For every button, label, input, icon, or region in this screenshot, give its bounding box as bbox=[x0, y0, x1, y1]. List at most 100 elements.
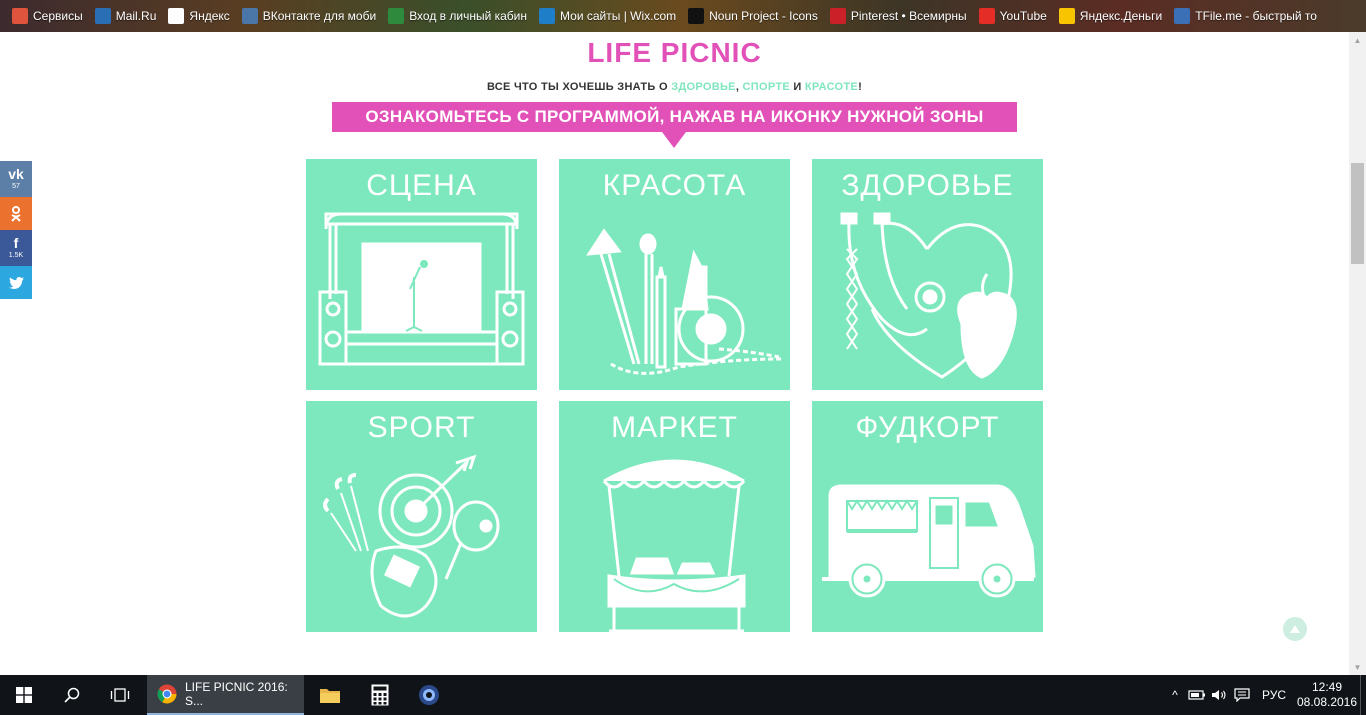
bookmark-item[interactable]: TFile.me - быстрый то bbox=[1168, 4, 1323, 28]
wix-icon bbox=[539, 8, 556, 24]
battery-icon[interactable] bbox=[1186, 688, 1208, 702]
zone-health-tile[interactable]: ЗДОРОВЬЕ bbox=[812, 159, 1043, 390]
bookmark-label: YouTube bbox=[999, 9, 1047, 23]
chrome-icon bbox=[157, 684, 177, 704]
taskbar-window-title: LIFE PICNIC 2016: S... bbox=[185, 680, 288, 708]
show-desktop-button[interactable] bbox=[1360, 675, 1366, 715]
system-tray: ^ РУС 12:49 08.08.2016 bbox=[1164, 675, 1366, 715]
bookmark-item[interactable]: Pinterest • Всемирны bbox=[824, 4, 973, 28]
camera-app-icon bbox=[419, 685, 439, 705]
start-button[interactable] bbox=[0, 675, 48, 715]
share-facebook-button[interactable]: f 1.5K bbox=[0, 230, 32, 266]
windows-logo-icon bbox=[16, 687, 32, 703]
facebook-icon: f bbox=[13, 235, 19, 251]
scroll-down-arrow-icon[interactable]: ▼ bbox=[1349, 659, 1366, 675]
search-button[interactable] bbox=[48, 675, 96, 715]
bookmark-label: Мои сайты | Wix.com bbox=[560, 9, 677, 23]
page-title: LIFE PICNIC bbox=[587, 37, 762, 68]
clock-date: 08.08.2016 bbox=[1296, 695, 1358, 709]
scroll-to-top-button[interactable] bbox=[1283, 617, 1307, 641]
bookmarks-bar: Сервисы Mail.Ru Яндекс ВКонтакте для моби Вх… bbox=[0, 0, 1366, 32]
bookmark-item[interactable]: Mail.Ru bbox=[89, 4, 163, 28]
task-view-icon bbox=[110, 688, 130, 702]
health-icon bbox=[840, 212, 1017, 379]
bookmark-label: Pinterest • Всемирны bbox=[850, 9, 967, 23]
vk-share-count: 57 bbox=[12, 183, 20, 190]
sport-icon bbox=[323, 454, 500, 618]
food-truck-icon bbox=[822, 484, 1036, 598]
odnoklassniki-icon bbox=[11, 205, 21, 222]
noun-project-icon bbox=[688, 8, 705, 24]
bookmark-item[interactable]: Сервисы bbox=[6, 4, 89, 28]
bookmark-label: ВКонтакте для моби bbox=[262, 9, 377, 23]
vk-icon: vk bbox=[8, 166, 24, 182]
yandex-money-icon bbox=[1058, 8, 1075, 24]
bookmark-label: TFile.me - быстрый то bbox=[1195, 9, 1317, 23]
tagline-beauty-link[interactable]: КРАСОТЕ bbox=[805, 81, 858, 93]
tagline-prefix: ВСЕ ЧТО ТЫ ХОЧЕШЬ ЗНАТЬ О bbox=[486, 81, 672, 93]
bookmark-label: Сервисы bbox=[33, 9, 83, 23]
input-language-indicator[interactable]: РУС bbox=[1254, 688, 1294, 702]
facebook-share-count: 1.5K bbox=[8, 252, 24, 259]
tagline: ВСЕ ЧТО ТЫ ХОЧЕШЬ ЗНАТЬ О ЗДОРОВЬЕ, СПОР… bbox=[0, 81, 1349, 93]
youtube-icon bbox=[978, 8, 995, 24]
page-scrollbar[interactable]: ▲ ▼ bbox=[1349, 32, 1366, 675]
tagline-sep: , bbox=[735, 81, 743, 93]
scroll-up-arrow-icon[interactable]: ▲ bbox=[1349, 32, 1366, 48]
bookmark-item[interactable]: YouTube bbox=[973, 4, 1053, 28]
vk-icon bbox=[241, 8, 258, 24]
stage-icon bbox=[318, 212, 525, 366]
calculator-icon bbox=[371, 684, 389, 706]
windows-taskbar: LIFE PICNIC 2016: S... ^ РУС 12:49 08.08… bbox=[0, 675, 1366, 715]
zone-market-tile[interactable]: МАРКЕТ bbox=[559, 401, 790, 632]
clock-time: 12:49 bbox=[1311, 680, 1343, 694]
scrollbar-thumb[interactable] bbox=[1351, 163, 1364, 264]
taskbar-calculator[interactable] bbox=[356, 675, 404, 715]
taskbar-chrome-window[interactable]: LIFE PICNIC 2016: S... bbox=[147, 675, 304, 715]
notification-message-icon[interactable] bbox=[1230, 688, 1254, 702]
tagline-suffix: ! bbox=[858, 81, 863, 93]
tagline-and: И bbox=[790, 81, 805, 93]
bookmark-item[interactable]: Яндекс bbox=[162, 4, 235, 28]
arrow-up-icon bbox=[1290, 625, 1300, 633]
share-twitter-button[interactable] bbox=[0, 266, 32, 299]
makeup-icon bbox=[586, 228, 782, 375]
taskbar-media-app[interactable] bbox=[405, 675, 453, 715]
zone-sport-tile[interactable]: SPORT bbox=[306, 401, 537, 632]
tfile-icon bbox=[1174, 8, 1191, 24]
mailru-icon bbox=[94, 8, 111, 24]
zone-foodcourt-tile[interactable]: ФУДКОРТ bbox=[812, 401, 1043, 632]
yandex-icon bbox=[168, 8, 185, 24]
bookmark-item[interactable]: Noun Project - Icons bbox=[682, 4, 824, 28]
program-banner: ОЗНАКОМЬТЕСЬ С ПРОГРАММОЙ, НАЖАВ НА ИКОН… bbox=[332, 102, 1017, 132]
bookmark-label: Noun Project - Icons bbox=[709, 9, 818, 23]
bookmark-item[interactable]: Мои сайты | Wix.com bbox=[533, 4, 682, 28]
bookmark-item[interactable]: ВКонтакте для моби bbox=[236, 4, 382, 28]
zone-stage-tile[interactable]: СЦЕНА bbox=[306, 159, 537, 390]
page-content: LIFE PICNIC ВСЕ ЧТО ТЫ ХОЧЕШЬ ЗНАТЬ О ЗД… bbox=[0, 32, 1349, 675]
bookmark-item[interactable]: Вход в личный кабин bbox=[382, 4, 533, 28]
bookmark-label: Вход в личный кабин bbox=[409, 9, 528, 23]
volume-icon[interactable] bbox=[1208, 688, 1230, 702]
twitter-icon bbox=[8, 276, 24, 289]
bookmark-item[interactable]: Яндекс.Деньги bbox=[1053, 4, 1168, 28]
market-stall-icon bbox=[602, 459, 746, 632]
bookmark-label: Яндекс.Деньги bbox=[1079, 9, 1163, 23]
banner-arrow bbox=[662, 132, 686, 148]
tagline-health-link[interactable]: ЗДОРОВЬЕ bbox=[671, 81, 736, 93]
bookmark-label: Яндекс bbox=[189, 9, 230, 23]
task-view-button[interactable] bbox=[96, 675, 144, 715]
folder-icon bbox=[320, 689, 340, 703]
taskbar-clock[interactable]: 12:49 08.08.2016 bbox=[1294, 680, 1360, 710]
tagline-sport-link[interactable]: СПОРТЕ bbox=[743, 81, 790, 93]
green-leaf-icon bbox=[388, 8, 405, 24]
search-icon bbox=[64, 687, 80, 703]
bookmark-label: Mail.Ru bbox=[115, 9, 157, 23]
share-odnoklassniki-button[interactable] bbox=[0, 197, 32, 230]
share-vk-button[interactable]: vk 57 bbox=[0, 161, 32, 197]
zone-beauty-tile[interactable]: КРАСОТА bbox=[559, 159, 790, 390]
apps-grid-icon bbox=[12, 8, 28, 24]
chevron-up-icon[interactable]: ^ bbox=[1164, 688, 1186, 702]
taskbar-file-explorer[interactable] bbox=[306, 675, 354, 715]
pinterest-icon bbox=[829, 8, 846, 24]
